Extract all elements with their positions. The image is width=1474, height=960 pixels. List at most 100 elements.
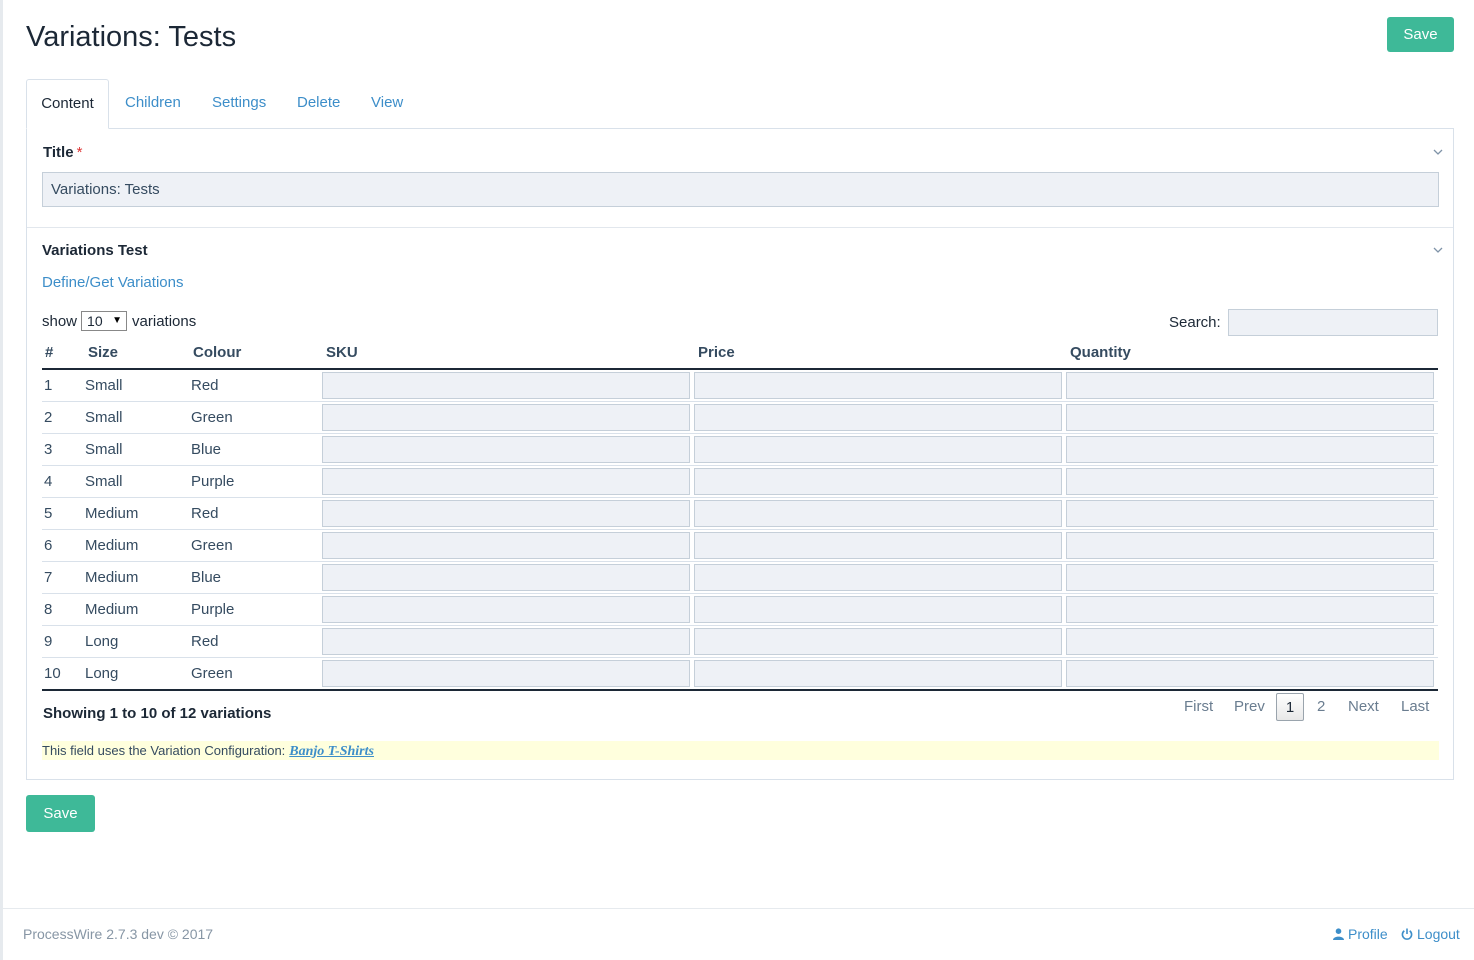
quantity-input[interactable] xyxy=(1066,468,1434,495)
row-quantity-cell xyxy=(1066,529,1438,562)
user-icon xyxy=(1333,928,1344,940)
quantity-input[interactable] xyxy=(1066,564,1434,591)
quantity-input[interactable] xyxy=(1066,532,1434,559)
price-input[interactable] xyxy=(694,468,1062,495)
row-sku-cell xyxy=(322,369,694,402)
row-price-cell xyxy=(694,625,1066,658)
quantity-input[interactable] xyxy=(1066,628,1434,655)
price-input[interactable] xyxy=(694,404,1062,431)
column-header-number[interactable]: # xyxy=(42,337,84,370)
column-header-quantity[interactable]: Quantity xyxy=(1066,337,1438,370)
define-variations-link[interactable]: Define/Get Variations xyxy=(42,274,183,291)
row-number-cell: 6 xyxy=(42,529,84,562)
price-input[interactable] xyxy=(694,596,1062,623)
variations-table: # Size Colour SKU Price Quantity 1 Small R… xyxy=(42,337,1438,691)
search-input[interactable] xyxy=(1228,309,1438,336)
row-size-cell: Small xyxy=(84,401,190,434)
title-collapse-chevron-icon[interactable] xyxy=(1432,146,1444,158)
quantity-input[interactable] xyxy=(1066,436,1434,463)
sku-input[interactable] xyxy=(322,404,690,431)
price-input[interactable] xyxy=(694,564,1062,591)
quantity-input[interactable] xyxy=(1066,500,1434,527)
footer: ProcessWire 2.7.3 dev © 2017 Profile Log… xyxy=(3,908,1474,960)
row-size-cell: Medium xyxy=(84,497,190,530)
row-quantity-cell xyxy=(1066,625,1438,658)
sku-input[interactable] xyxy=(322,436,690,463)
row-quantity-cell xyxy=(1066,369,1438,402)
pager-page-2[interactable]: 2 xyxy=(1317,693,1325,721)
sku-input[interactable] xyxy=(322,596,690,623)
pager-prev[interactable]: Prev xyxy=(1234,693,1265,721)
price-input[interactable] xyxy=(694,500,1062,527)
search-label: Search: xyxy=(1169,314,1221,331)
tab-bar: Content Children Settings Delete View xyxy=(26,79,1454,129)
sku-input[interactable] xyxy=(322,532,690,559)
page-title: Variations: Tests xyxy=(26,21,237,53)
price-input[interactable] xyxy=(694,372,1062,399)
show-prefix: show xyxy=(42,312,78,330)
left-edge-bar xyxy=(0,0,3,960)
sku-input[interactable] xyxy=(322,628,690,655)
row-price-cell xyxy=(694,529,1066,562)
quantity-input[interactable] xyxy=(1066,372,1434,399)
title-field-label: Title * xyxy=(43,144,82,161)
row-number-cell: 8 xyxy=(42,593,84,626)
row-quantity-cell xyxy=(1066,497,1438,530)
row-colour-cell: Red xyxy=(190,369,322,402)
variations-collapse-chevron-icon[interactable] xyxy=(1432,244,1444,256)
pager-next[interactable]: Next xyxy=(1348,693,1379,721)
show-suffix: variations xyxy=(132,312,197,330)
row-price-cell xyxy=(694,657,1066,691)
row-size-cell: Medium xyxy=(84,593,190,626)
save-button-bottom[interactable]: Save xyxy=(26,795,95,832)
price-input[interactable] xyxy=(694,660,1062,687)
column-header-price[interactable]: Price xyxy=(694,337,1066,370)
tab-view[interactable]: View xyxy=(371,79,403,129)
save-button-top[interactable]: Save xyxy=(1387,17,1454,52)
row-price-cell xyxy=(694,433,1066,466)
sku-input[interactable] xyxy=(322,372,690,399)
title-input[interactable] xyxy=(42,172,1439,207)
row-colour-cell: Blue xyxy=(190,561,322,594)
show-count-select[interactable]: 10 ▼ xyxy=(81,311,128,331)
row-colour-cell: Green xyxy=(190,529,322,562)
show-entries-control: show 10 ▼ variations xyxy=(42,310,196,332)
table-row: 7 Medium Blue xyxy=(42,561,1438,594)
row-colour-cell: Red xyxy=(190,497,322,530)
sku-input[interactable] xyxy=(322,564,690,591)
quantity-input[interactable] xyxy=(1066,596,1434,623)
tab-content[interactable]: Content xyxy=(26,79,109,129)
price-input[interactable] xyxy=(694,436,1062,463)
row-price-cell xyxy=(694,465,1066,498)
quantity-input[interactable] xyxy=(1066,660,1434,687)
pager-page-1[interactable]: 1 xyxy=(1276,693,1304,721)
pager-first[interactable]: First xyxy=(1184,693,1213,721)
column-header-colour[interactable]: Colour xyxy=(190,337,322,370)
row-price-cell xyxy=(694,561,1066,594)
price-input[interactable] xyxy=(694,628,1062,655)
row-size-cell: Small xyxy=(84,369,190,402)
row-sku-cell xyxy=(322,529,694,562)
logout-link[interactable]: Logout xyxy=(1401,926,1460,942)
field-divider xyxy=(27,227,1453,228)
row-quantity-cell xyxy=(1066,657,1438,691)
content-panel: Title* Variations Test Define/Get Variat… xyxy=(26,128,1454,780)
table-row: 4 Small Purple xyxy=(42,465,1438,498)
show-count-value: 10 xyxy=(87,313,103,329)
variation-config-link[interactable]: Banjo T-Shirts xyxy=(289,744,374,759)
column-header-sku[interactable]: SKU xyxy=(322,337,694,370)
row-colour-cell: Purple xyxy=(190,593,322,626)
sku-input[interactable] xyxy=(322,500,690,527)
tab-children[interactable]: Children xyxy=(125,79,181,129)
price-input[interactable] xyxy=(694,532,1062,559)
tab-delete[interactable]: Delete xyxy=(297,79,340,129)
profile-link[interactable]: Profile xyxy=(1333,926,1388,942)
variations-field-label: Variations Test xyxy=(42,242,148,259)
sku-input[interactable] xyxy=(322,468,690,495)
pager-last[interactable]: Last xyxy=(1401,693,1429,721)
quantity-input[interactable] xyxy=(1066,404,1434,431)
tab-settings[interactable]: Settings xyxy=(212,79,266,129)
column-header-size[interactable]: Size xyxy=(84,337,190,370)
row-quantity-cell xyxy=(1066,465,1438,498)
sku-input[interactable] xyxy=(322,660,690,687)
